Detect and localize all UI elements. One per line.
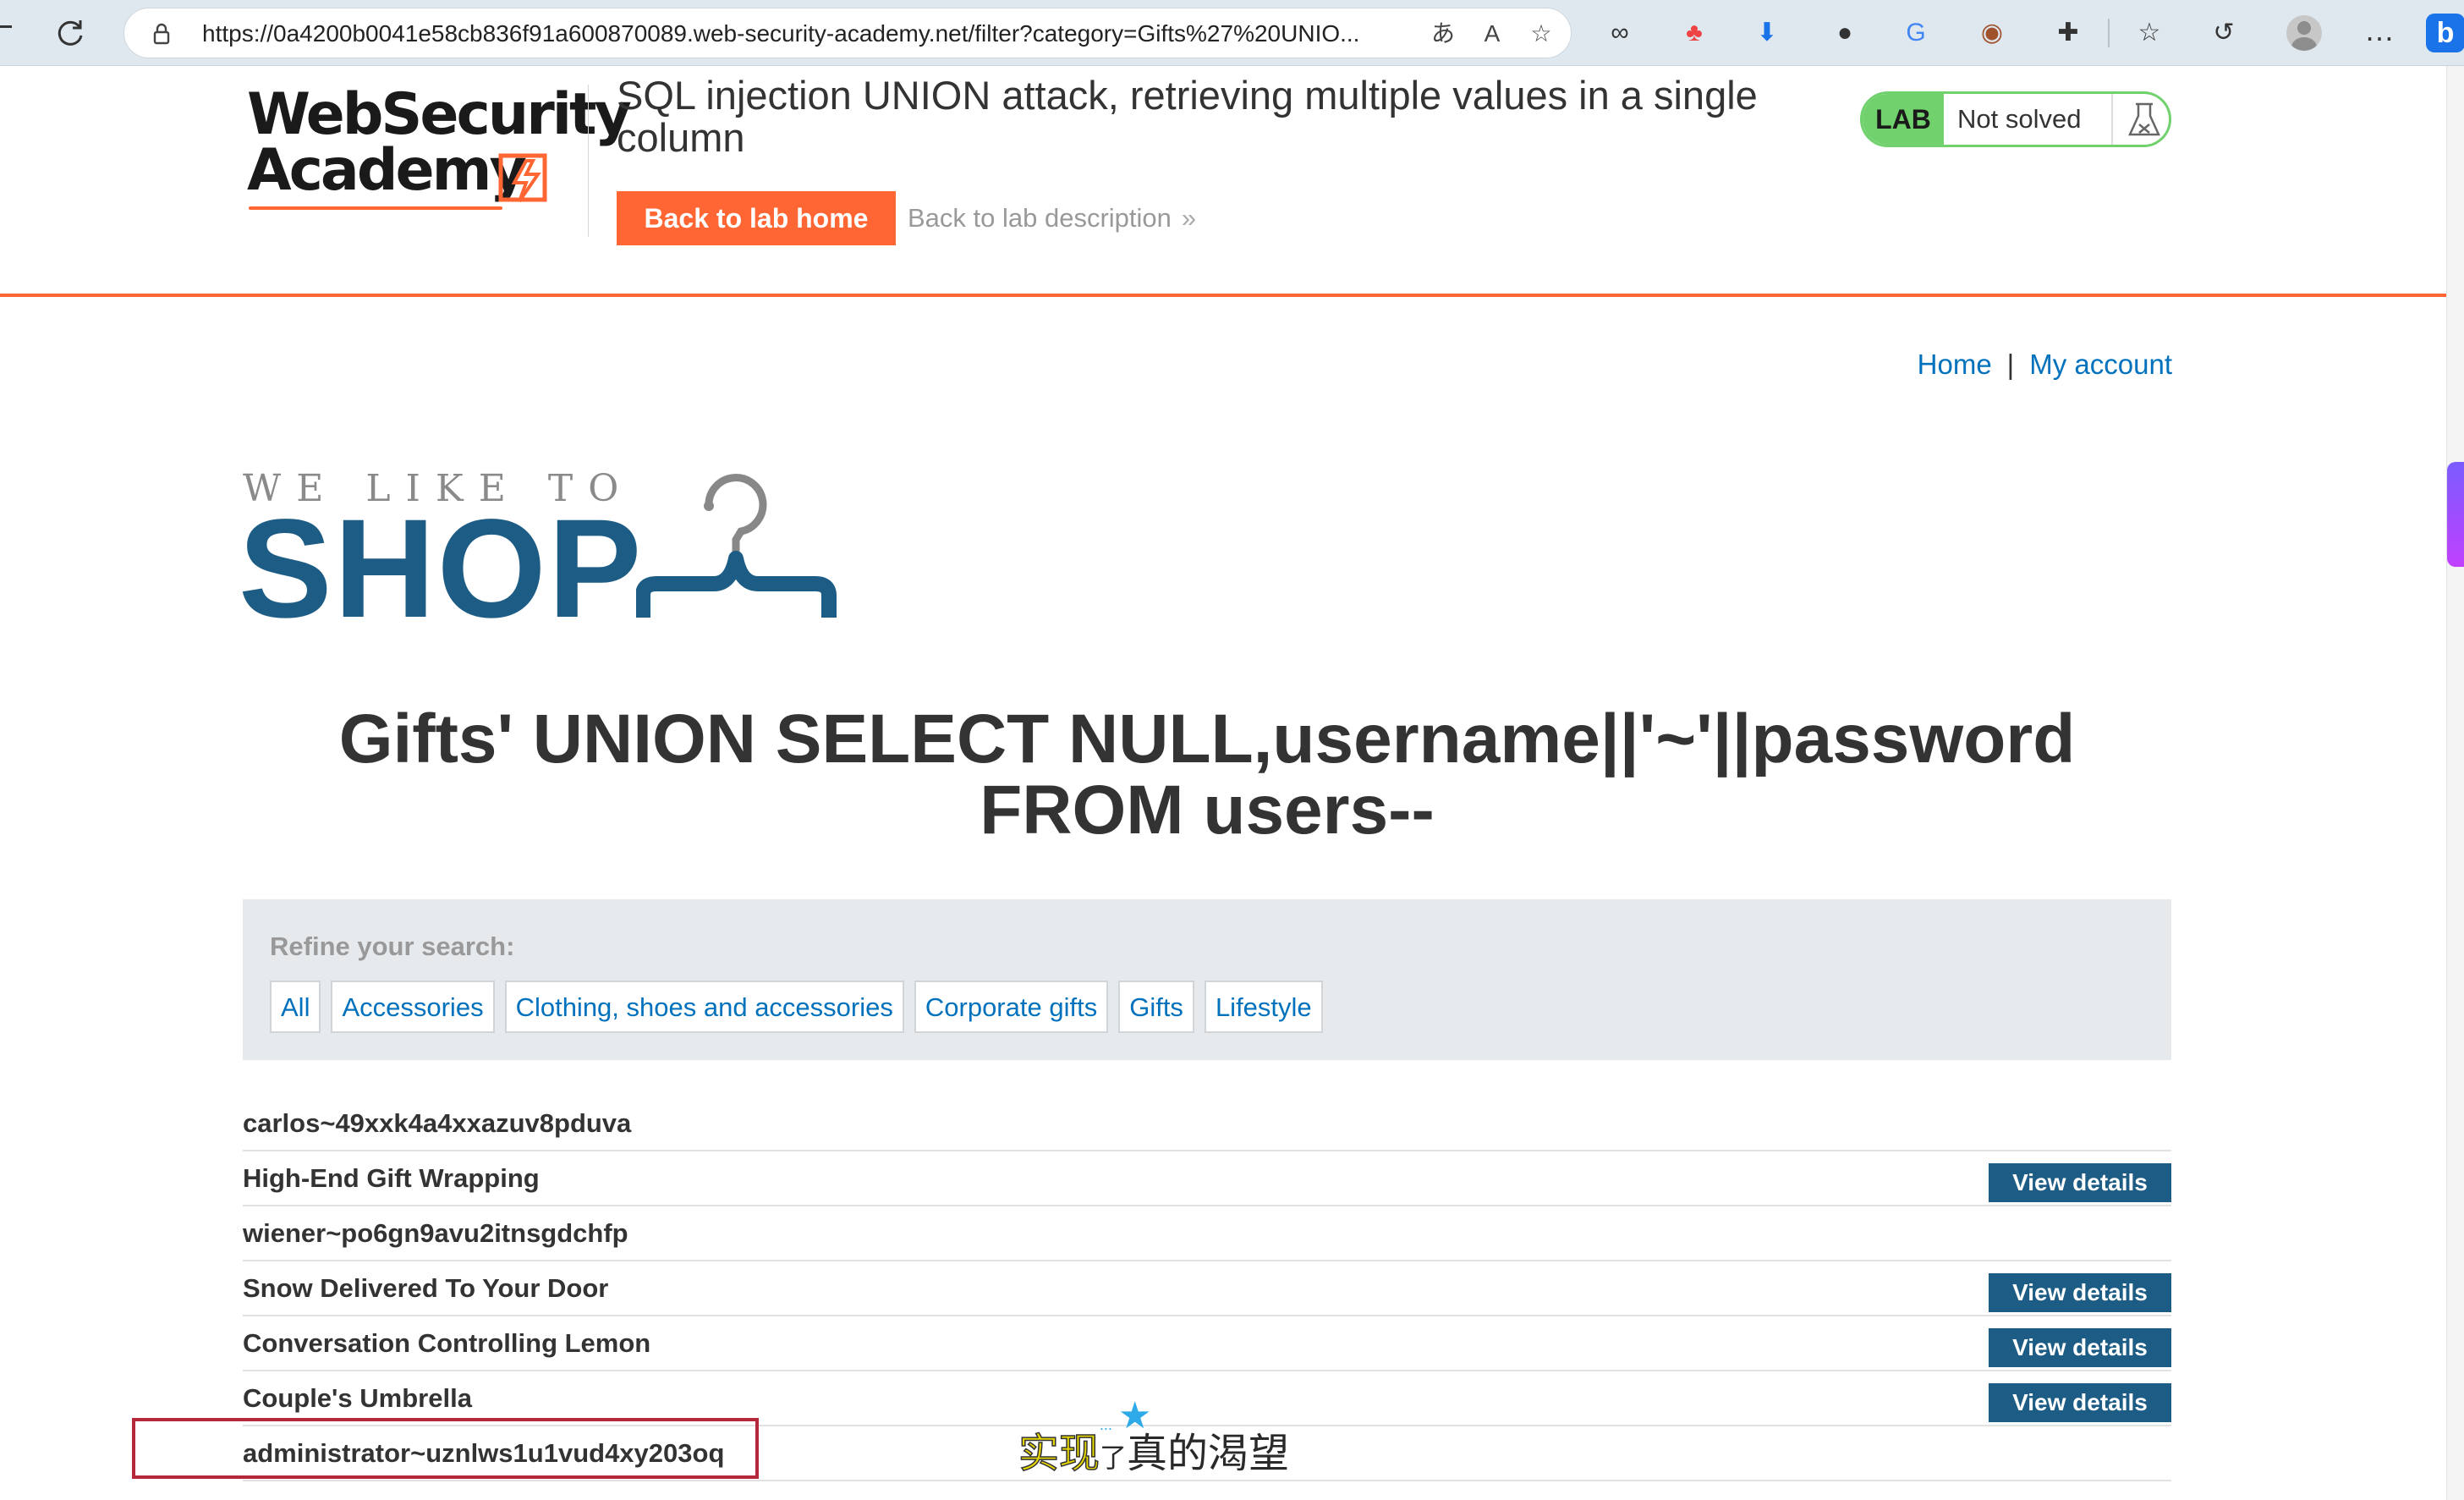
category-accessories[interactable]: Accessories <box>331 981 495 1033</box>
category-lifestyle[interactable]: Lifestyle <box>1204 981 1323 1033</box>
back-to-lab-home-button[interactable]: Back to lab home <box>617 191 896 245</box>
watermark: ∙∙∙ ★ 实现了真的渴望 <box>1018 1398 1340 1482</box>
favorites-icon[interactable]: ☆ <box>2133 17 2165 49</box>
row-name: Conversation Controlling Lemon <box>243 1328 651 1358</box>
category-gifts[interactable]: Gifts <box>1118 981 1194 1033</box>
lab-badge: LAB <box>1863 94 1944 145</box>
row-name: High-End Gift Wrapping <box>243 1163 540 1193</box>
view-details-button[interactable]: View details <box>1989 1273 2171 1312</box>
puzzle-icon[interactable]: ✚ <box>2052 17 2084 49</box>
category-clothing[interactable]: Clothing, shoes and accessories <box>504 981 904 1033</box>
table-row: carlos~49xxk4a4xxazuv8pduva <box>243 1096 2171 1151</box>
table-row: Conversation Controlling Lemon View deta… <box>243 1316 2171 1371</box>
row-name: wiener~po6gn9avu2itnsgdchfp <box>243 1218 628 1248</box>
row-name: carlos~49xxk4a4xxazuv8pduva <box>243 1108 632 1138</box>
table-row: wiener~po6gn9avu2itnsgdchfp <box>243 1206 2171 1261</box>
flask-icon <box>2111 94 2169 145</box>
lab-status-widget: LAB Not solved <box>1860 91 2171 147</box>
translate-icon[interactable]: あ <box>1429 19 1457 48</box>
top-navigation: Home | My account <box>1918 349 2172 381</box>
view-details-button[interactable]: View details <box>1989 1383 2171 1422</box>
back-fragment[interactable] <box>0 25 12 28</box>
web-security-academy-logo[interactable]: WebSecurity Academy <box>242 81 632 217</box>
refresh-icon[interactable] <box>54 17 86 49</box>
download-icon[interactable]: ⬇ <box>1751 17 1783 49</box>
bing-icon[interactable]: b <box>2426 14 2464 52</box>
more-icon[interactable]: … <box>2364 15 2396 46</box>
back-to-lab-description-link[interactable]: Back to lab description » <box>908 191 1196 245</box>
infinity-icon[interactable]: ∞ <box>1604 17 1636 49</box>
copilot-tab[interactable] <box>2447 462 2464 567</box>
favorite-star-icon[interactable]: ☆ <box>1527 19 1556 48</box>
logo-underline <box>249 206 502 210</box>
url-text[interactable]: https://0a4200b0041e58cb836f91a600870089… <box>202 8 1403 59</box>
toolbar-divider <box>2108 19 2110 47</box>
history-icon[interactable]: ↺ <box>2208 17 2240 49</box>
profile-icon[interactable] <box>2286 15 2322 51</box>
my-account-link[interactable]: My account <box>2029 349 2172 380</box>
category-list: All Accessories Clothing, shoes and acce… <box>270 981 1323 1033</box>
page-title: Gifts' UNION SELECT NULL,username||'~'||… <box>338 701 2076 849</box>
address-bar[interactable]: https://0a4200b0041e58cb836f91a600870089… <box>123 8 1572 58</box>
lock-icon[interactable] <box>150 22 173 46</box>
nav-separator: | <box>2006 349 2015 380</box>
table-row: Snow Delivered To Your Door View details <box>243 1261 2171 1316</box>
lab-title: SQL injection UNION attack, retrieving m… <box>617 73 1758 160</box>
read-aloud-icon[interactable]: A <box>1478 19 1506 48</box>
header-divider <box>588 85 589 237</box>
lab-status-text: Not solved <box>1957 104 2082 134</box>
view-details-button[interactable]: View details <box>1989 1328 2171 1367</box>
category-filter: Refine your search: All Accessories Clot… <box>243 899 2171 1060</box>
refine-label: Refine your search: <box>270 931 515 961</box>
back-description-label: Back to lab description <box>908 203 1172 233</box>
home-link[interactable]: Home <box>1918 349 1992 380</box>
logo-line-2: Academy <box>247 137 527 204</box>
sidebar-strip <box>2446 66 2464 1500</box>
cookie-icon[interactable]: ◉ <box>1976 17 2008 49</box>
header-rule <box>0 294 2446 297</box>
extension-icon[interactable]: ♣ <box>1678 17 1710 49</box>
browser-toolbar: https://0a4200b0041e58cb836f91a600870089… <box>0 0 2464 66</box>
table-row: High-End Gift Wrapping View details <box>243 1151 2171 1206</box>
category-corporate-gifts[interactable]: Corporate gifts <box>914 981 1109 1033</box>
shop-name: SHOP <box>239 491 644 647</box>
category-all[interactable]: All <box>270 981 321 1033</box>
hanger-icon <box>636 474 837 618</box>
row-name: Snow Delivered To Your Door <box>243 1273 609 1303</box>
circle-icon[interactable]: ● <box>1829 17 1861 49</box>
annotation-highlight-box <box>132 1418 759 1479</box>
watermark-text: 实现了真的渴望 <box>1018 1429 1290 1478</box>
double-chevron-icon: » <box>1181 203 1197 233</box>
view-details-button[interactable]: View details <box>1989 1163 2171 1202</box>
google-translate-icon[interactable]: G <box>1900 17 1932 49</box>
lightning-icon <box>498 153 547 203</box>
